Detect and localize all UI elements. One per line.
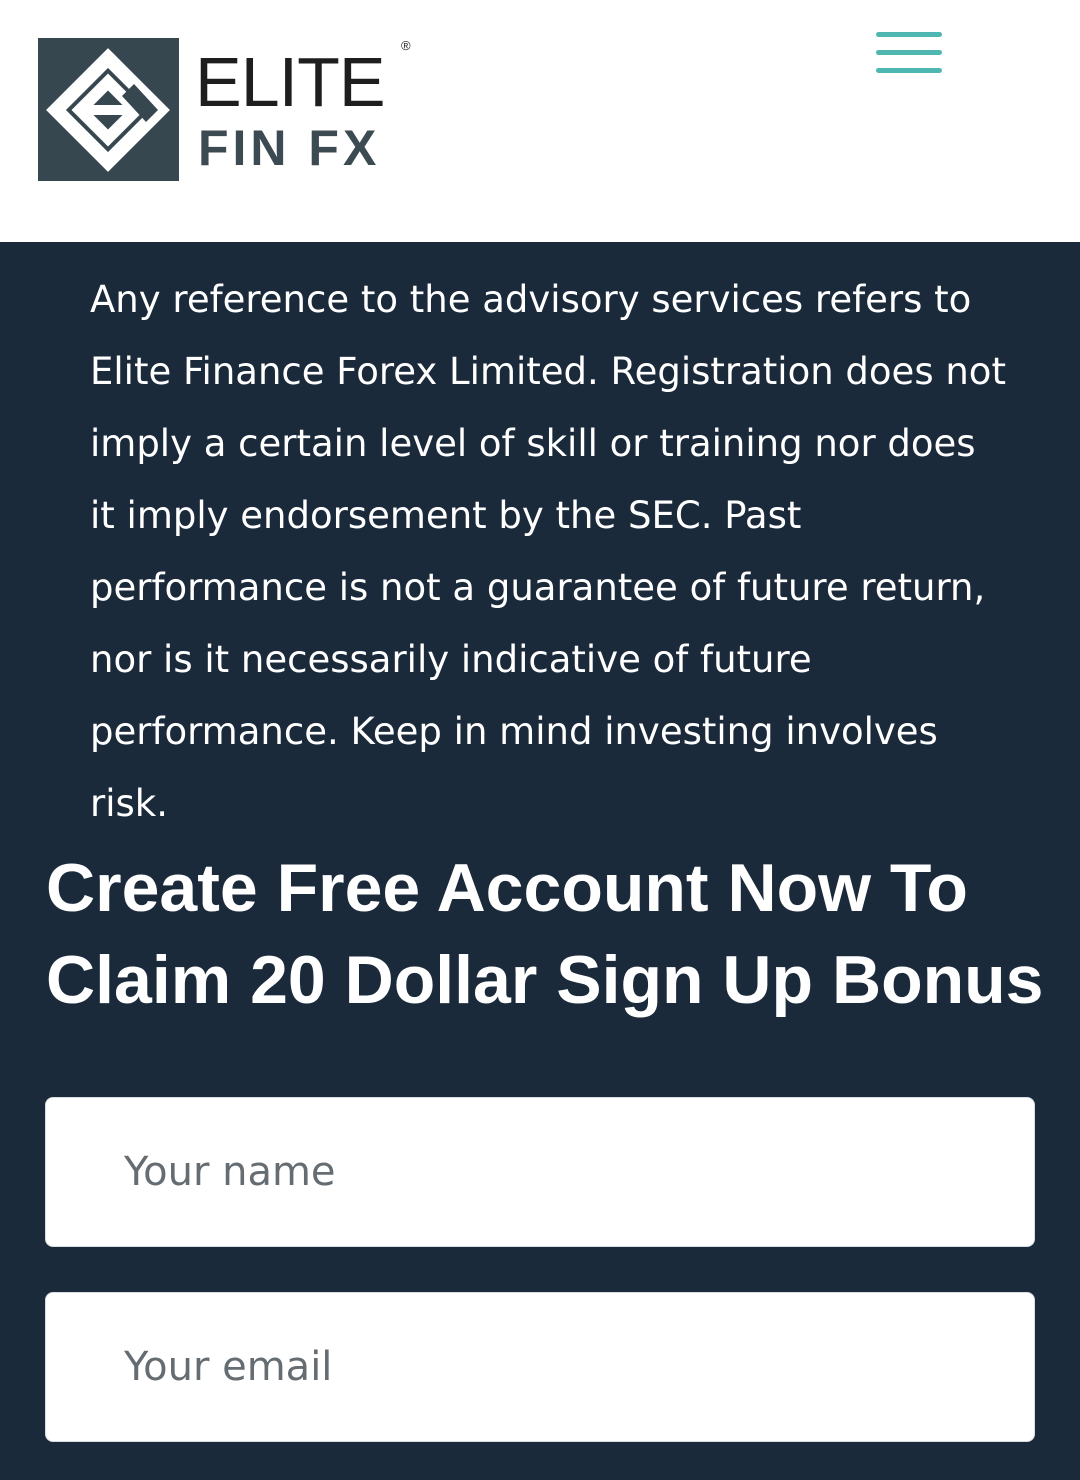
email-field-container [45, 1292, 1035, 1442]
name-field-container [45, 1097, 1035, 1247]
logo-mark-icon [38, 38, 179, 181]
email-input[interactable] [46, 1293, 1034, 1441]
hamburger-menu-icon[interactable] [872, 28, 946, 80]
headline-bold: 20 Dollar Sign Up Bonus [250, 942, 1044, 1018]
registered-mark: ® [401, 38, 411, 53]
menu-line [876, 32, 942, 37]
site-header: ELITE ® FIN FX [0, 0, 1080, 242]
signup-headline: Create Free Account Now To Claim 20 Doll… [46, 842, 1056, 1026]
signup-section: Any reference to the advisory services r… [0, 242, 1080, 1480]
menu-line [876, 50, 942, 55]
name-input[interactable] [46, 1098, 1034, 1246]
site-logo[interactable]: ELITE ® FIN FX [38, 38, 435, 181]
disclaimer-text: Any reference to the advisory services r… [90, 278, 1006, 825]
logo-line-finfx: FIN FX [198, 120, 381, 176]
logo-line-elite: ELITE [195, 43, 386, 121]
menu-line [876, 68, 942, 73]
logo-wordmark: ELITE ® FIN FX [195, 38, 435, 181]
